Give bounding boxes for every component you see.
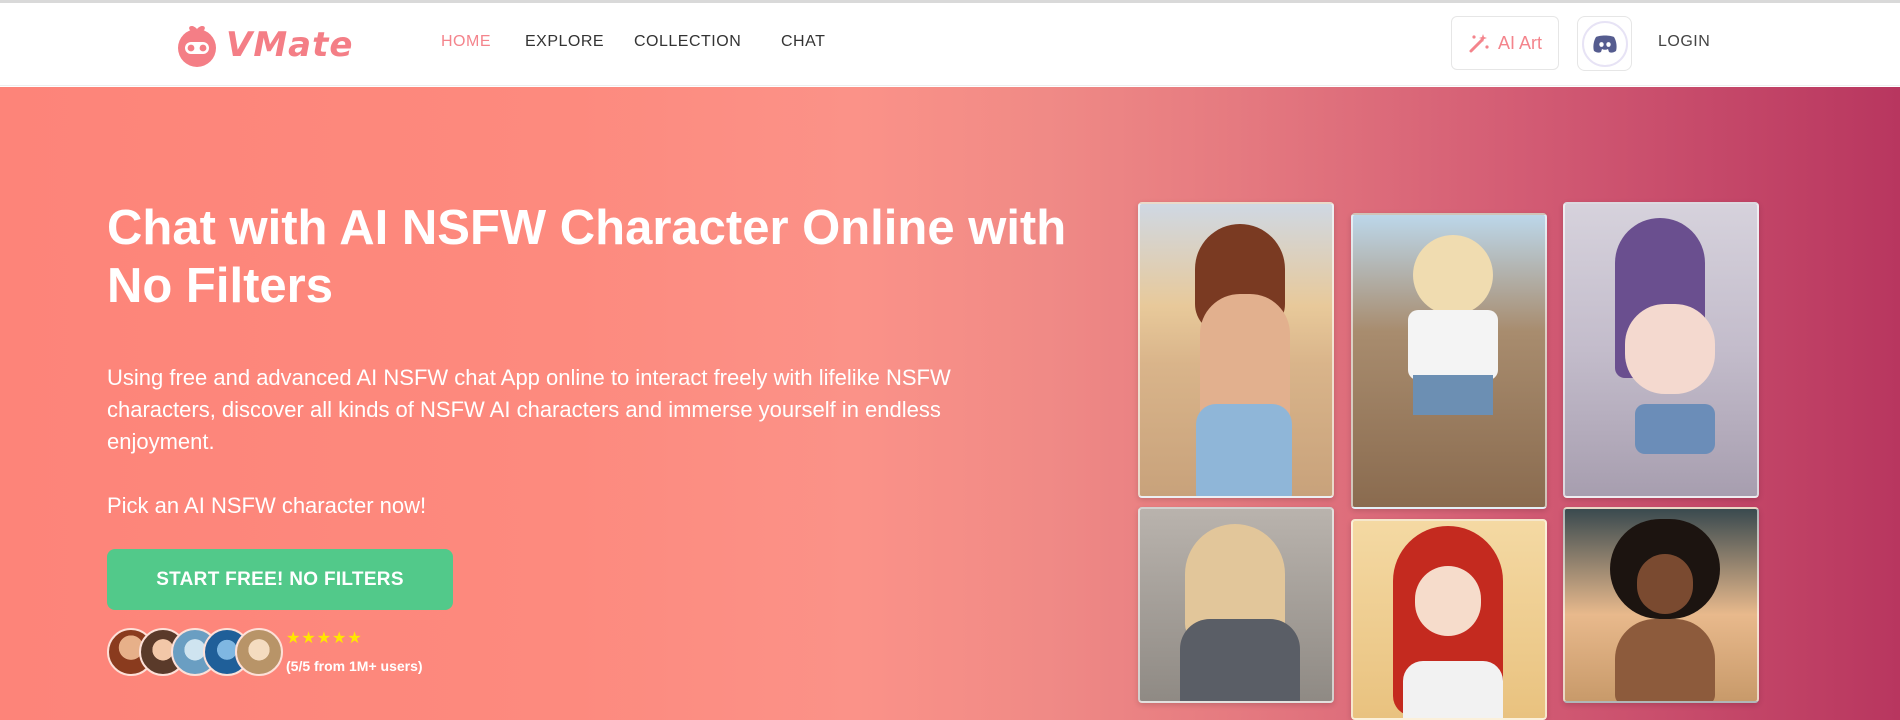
magic-wand-icon [1469,34,1489,53]
character-card-4[interactable] [1138,507,1334,703]
character-jacket [1180,619,1300,701]
hero-subheading: Pick an AI NSFW character now! [107,493,427,518]
character-face [1637,554,1693,614]
character-shorts [1635,404,1715,454]
rating-stars: ★★★★★ [286,630,363,647]
character-shirt [1403,661,1503,718]
hero-section: Chat with AI NSFW Character Online with … [0,87,1900,720]
nav-home[interactable]: HOME [441,33,491,51]
hero-description: Using free and advanced AI NSFW chat App… [107,365,951,454]
character-hair [1413,235,1493,315]
discord-badge [1581,20,1628,67]
character-shorts [1413,375,1493,415]
nav-chat[interactable]: CHAT [781,33,825,51]
ai-art-label: AI Art [1497,32,1542,53]
character-card-3[interactable] [1563,202,1759,498]
character-body [1615,619,1715,701]
nav-collection[interactable]: COLLECTION [634,33,741,51]
character-card-1[interactable] [1138,202,1334,498]
logo-icon [178,25,216,67]
login-link[interactable]: LOGIN [1658,33,1710,51]
character-card-5[interactable] [1351,519,1547,720]
hero-title: Chat with AI NSFW Character Online with … [107,201,1067,313]
character-outfit [1196,404,1292,496]
discord-button[interactable] [1577,16,1632,71]
discord-icon [1592,35,1617,53]
top-navigation: VMate HOME EXPLORE COLLECTION CHAT AI Ar… [0,3,1900,86]
rating-text: (5/5 from 1M+ users) [286,658,423,674]
character-body [1625,304,1715,394]
brand-name: VMate [226,25,354,65]
character-card-2[interactable] [1351,213,1547,509]
character-top [1408,310,1498,380]
start-free-button[interactable]: START FREE! NO FILTERS [107,549,453,610]
avatar [235,628,283,676]
ai-art-button[interactable]: AI Art [1451,16,1559,70]
character-face [1415,566,1481,636]
logo[interactable]: VMate [174,17,353,73]
character-card-6[interactable] [1563,507,1759,703]
nav-explore[interactable]: EXPLORE [525,33,604,51]
